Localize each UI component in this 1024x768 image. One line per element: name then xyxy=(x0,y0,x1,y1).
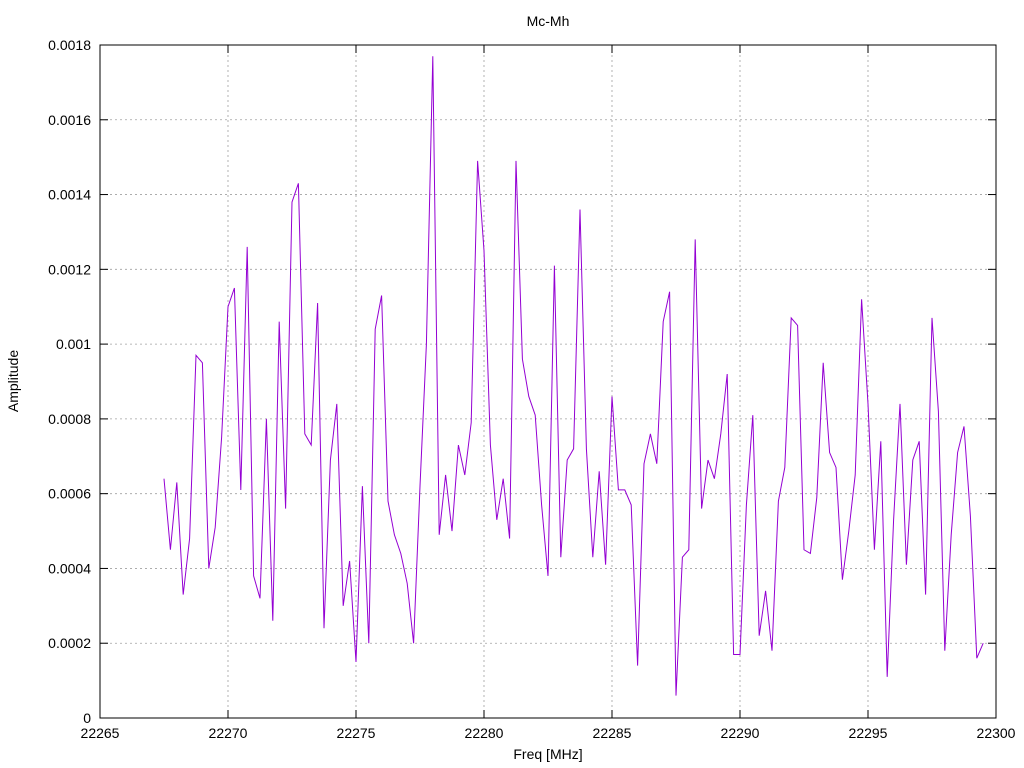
y-tick-label: 0.0014 xyxy=(48,187,91,203)
chart-title: Mc-Mh xyxy=(527,13,570,29)
y-tick-label: 0.0004 xyxy=(48,560,91,576)
y-tick-label: 0.0008 xyxy=(48,411,91,427)
series-line-0 xyxy=(163,56,984,696)
y-axis-title: Amplitude xyxy=(5,350,21,412)
series-layer xyxy=(163,56,984,696)
ticks xyxy=(99,44,997,719)
y-tick-label: 0.0018 xyxy=(48,37,91,53)
x-tick-label: 22265 xyxy=(81,725,120,741)
y-tick-label: 0.0006 xyxy=(48,486,91,502)
x-tick-label: 22290 xyxy=(721,725,760,741)
x-tick-label: 22285 xyxy=(593,725,632,741)
x-tick-labels: 22265 22270 22275 22280 22285 22290 22295 22300 xyxy=(81,725,1016,741)
x-tick-label: 22275 xyxy=(337,725,376,741)
x-tick-label: 22280 xyxy=(465,725,504,741)
y-tick-label: 0.001 xyxy=(56,336,91,352)
y-tick-label: 0.0016 xyxy=(48,112,91,128)
y-tick-label: 0.0012 xyxy=(48,261,91,277)
plot-frame xyxy=(99,44,997,719)
x-tick-label: 22300 xyxy=(977,725,1016,741)
x-axis-title: Freq [MHz] xyxy=(513,746,582,762)
x-tick-label: 22270 xyxy=(209,725,248,741)
y-tick-label: 0 xyxy=(83,710,91,726)
x-tick-label: 22295 xyxy=(849,725,888,741)
line-chart: 22265 22270 22275 22280 22285 22290 22295 22300… xyxy=(5,13,1016,762)
grid xyxy=(100,45,996,718)
y-tick-labels: 0 0.0002 0.0004 0.0006 0.0008 0.001 0.0012 0.00… xyxy=(48,37,91,726)
y-tick-label: 0.0002 xyxy=(48,635,91,651)
